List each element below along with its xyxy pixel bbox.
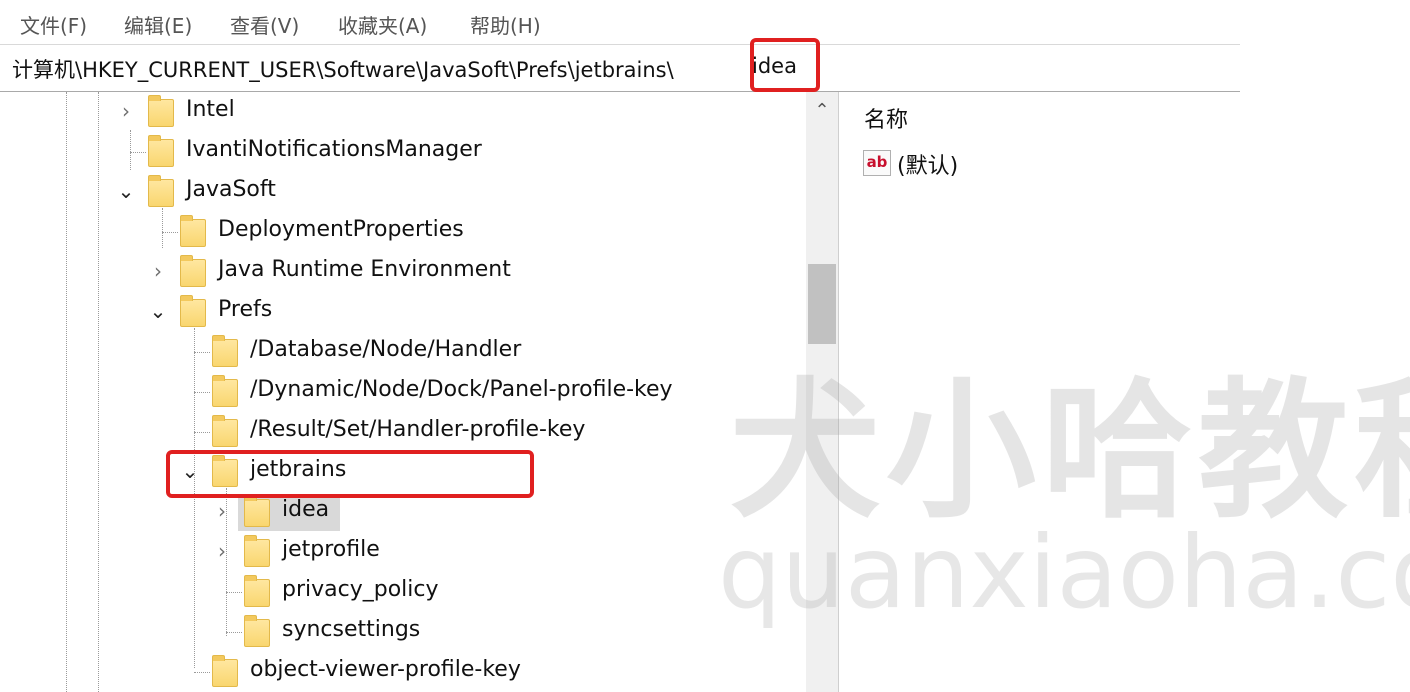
folder-icon [180,295,206,327]
menu-file[interactable]: 文件(F) [20,10,87,39]
folder-icon [244,535,270,567]
jetbrains-highlight-box [166,450,534,498]
address-bar[interactable]: 计算机\HKEY_CURRENT_USER\Software\JavaSoft\… [0,44,1240,92]
menu-help[interactable]: 帮助(H) [470,10,541,39]
tree-node-label: DeploymentProperties [218,217,464,242]
value-entry-default[interactable]: (默认) [897,148,958,180]
tree-node-jetprofile[interactable]: › jetprofile [0,532,800,572]
menu-bar: 文件(F) 编辑(E) 查看(V) 收藏夹(A) 帮助(H) [0,0,1410,44]
tree-node-label: /Dynamic/Node/Dock/Panel-profile-key [250,377,673,402]
folder-icon [212,375,238,407]
chevron-right-icon[interactable]: › [212,539,232,563]
values-pane[interactable]: 名称 ab (默认) [849,92,1410,692]
chevron-right-icon[interactable]: › [212,499,232,523]
chevron-down-icon[interactable]: ⌄ [148,299,168,323]
tree-node-label: Prefs [218,297,273,322]
tree-node-dynamic-panel[interactable]: /Dynamic/Node/Dock/Panel-profile-key [0,372,800,412]
tree-node-label: syncsettings [282,617,421,642]
tree-node-label: jetprofile [282,537,380,562]
tree-node-jre[interactable]: › Java Runtime Environment [0,252,800,292]
address-highlight-box [750,38,820,92]
chevron-down-icon[interactable]: ⌄ [116,179,136,203]
tree-scrollbar[interactable]: ⌃ [806,92,838,692]
tree-node-result-handler[interactable]: /Result/Set/Handler-profile-key [0,412,800,452]
tree-node-label: IvantiNotificationsManager [186,137,482,162]
menu-edit[interactable]: 编辑(E) [124,10,192,39]
tree-node-intel[interactable]: › Intel [0,92,800,132]
tree-node-idea[interactable]: › idea [0,492,800,532]
tree-node-label: Intel [186,97,235,122]
folder-icon [212,335,238,367]
tree-node-prefs[interactable]: ⌄ Prefs [0,292,800,332]
folder-icon [148,135,174,167]
string-value-icon: ab [863,150,891,176]
pane-splitter[interactable] [838,92,849,692]
address-path[interactable]: 计算机\HKEY_CURRENT_USER\Software\JavaSoft\… [12,54,674,84]
tree-node-javasoft[interactable]: ⌄ JavaSoft [0,172,800,212]
tree-node-label: JavaSoft [186,177,276,202]
chevron-right-icon[interactable]: › [116,99,136,123]
menu-favorites[interactable]: 收藏夹(A) [338,10,427,39]
menu-view[interactable]: 查看(V) [230,10,299,39]
folder-icon [180,215,206,247]
tree-node-label: /Database/Node/Handler [250,337,522,362]
tree-node-label: object-viewer-profile-key [250,657,521,682]
tree-node-deploymentproperties[interactable]: DeploymentProperties [0,212,800,252]
tree-node-label: /Result/Set/Handler-profile-key [250,417,586,442]
folder-icon [244,575,270,607]
folder-icon [180,255,206,287]
tree-node-object-viewer[interactable]: object-viewer-profile-key [0,652,800,692]
tree-node-database-handler[interactable]: /Database/Node/Handler [0,332,800,372]
tree-node-label: Java Runtime Environment [218,257,511,282]
folder-icon [148,95,174,127]
tree-node-ivanti[interactable]: IvantiNotificationsManager [0,132,800,172]
tree-node-label: idea [282,497,330,522]
folder-icon [244,615,270,647]
tree-node-label: privacy_policy [282,577,439,602]
folder-icon [212,415,238,447]
registry-tree[interactable]: › Intel IvantiNotificationsManager ⌄ Jav… [0,92,806,692]
folder-icon [244,495,270,527]
scroll-thumb[interactable] [808,264,836,344]
chevron-right-icon[interactable]: › [148,259,168,283]
tree-node-syncsettings[interactable]: syncsettings [0,612,800,652]
column-header-name[interactable]: 名称 [864,102,908,134]
folder-icon [212,655,238,687]
scroll-up-arrow-icon[interactable]: ⌃ [806,100,838,121]
folder-icon [148,175,174,207]
tree-node-privacy-policy[interactable]: privacy_policy [0,572,800,612]
